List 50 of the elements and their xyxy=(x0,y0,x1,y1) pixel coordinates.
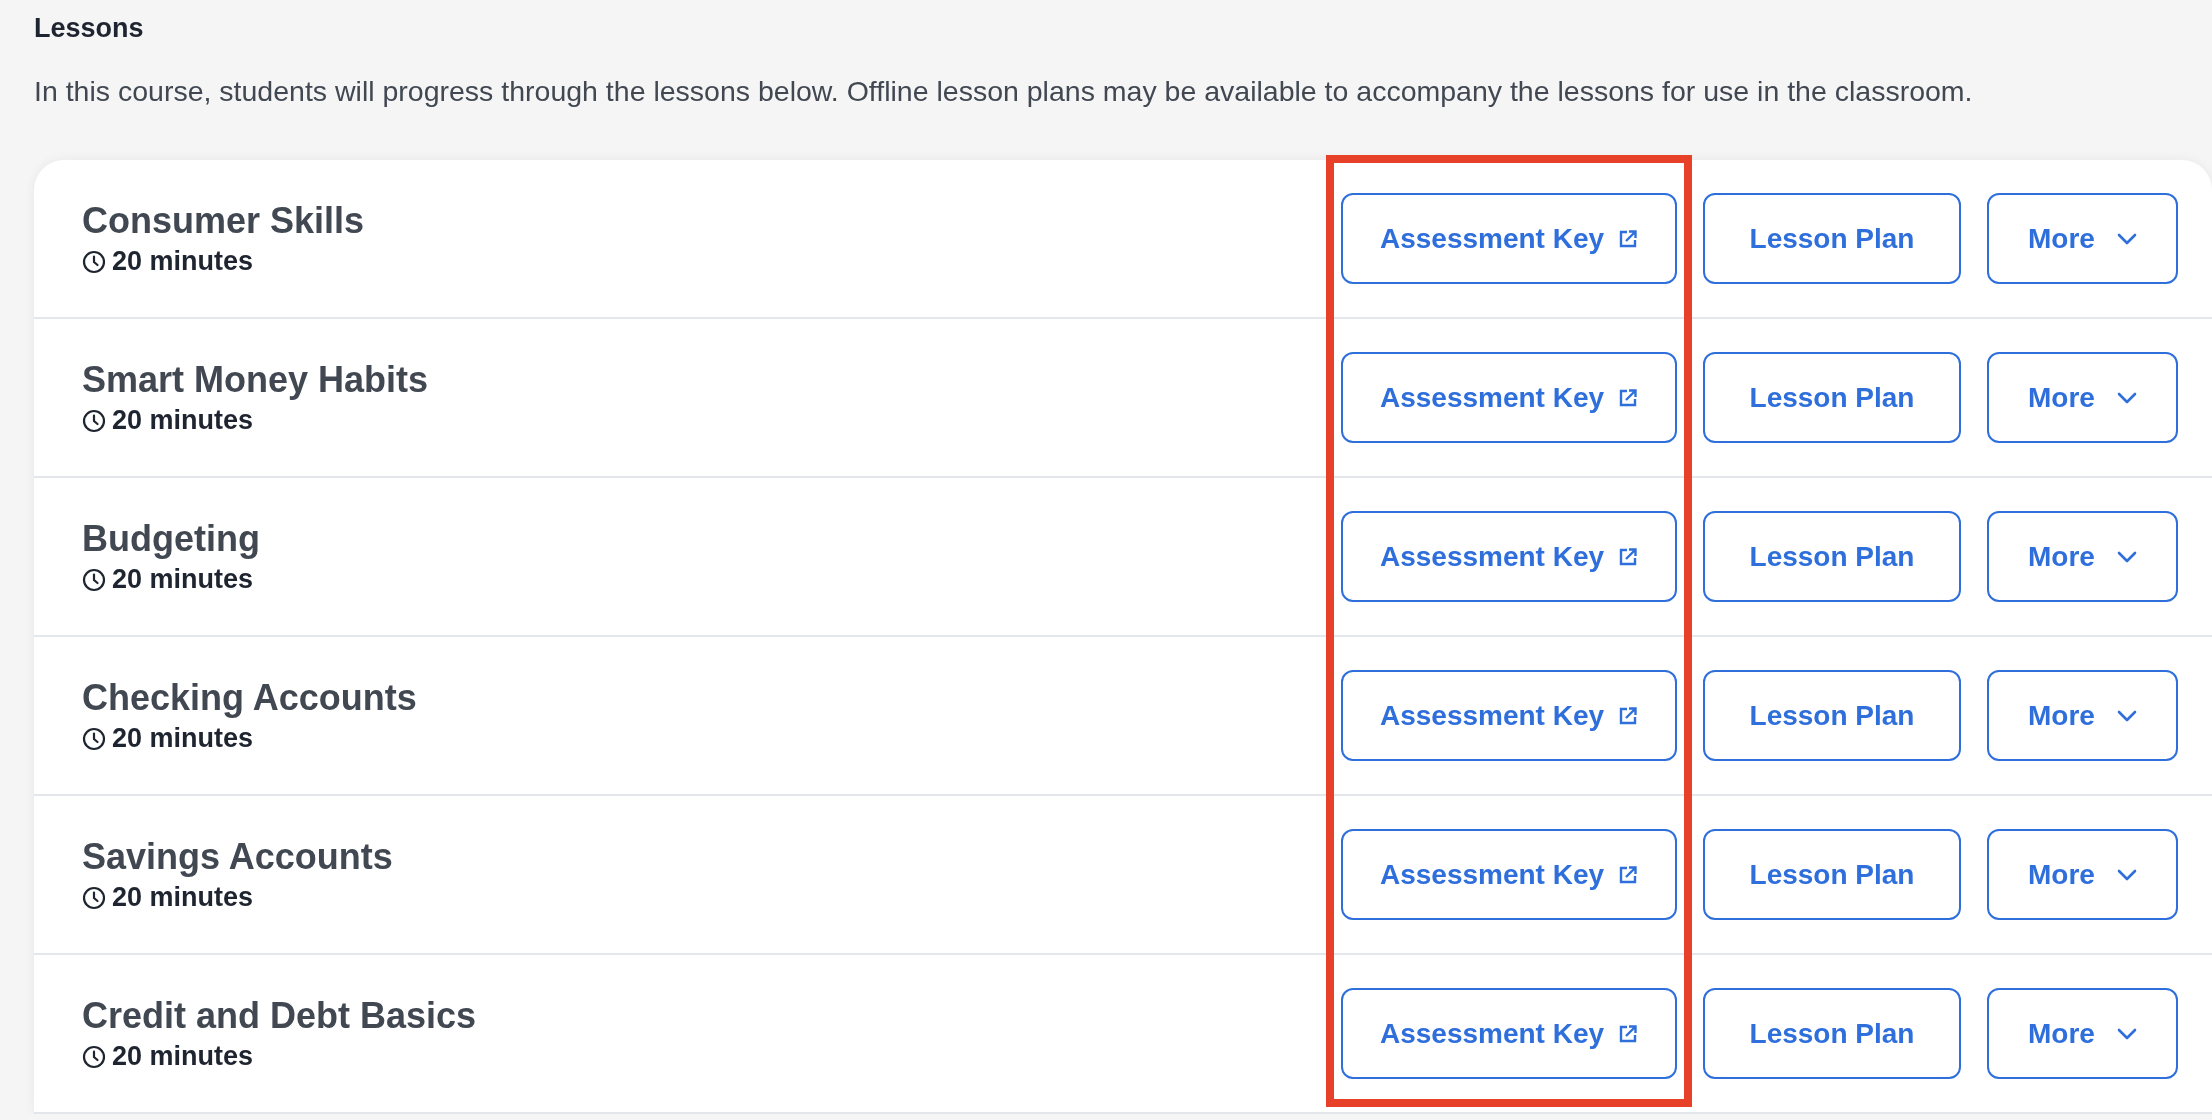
lesson-duration: 20 minutes xyxy=(112,405,254,436)
assessment-key-button[interactable]: Assessment Key xyxy=(1341,352,1677,443)
assessment-key-button[interactable]: Assessment Key xyxy=(1341,988,1677,1079)
chevron-down-icon xyxy=(2116,868,2137,881)
more-button[interactable]: More xyxy=(1987,352,2178,443)
lesson-plan-button[interactable]: Lesson Plan xyxy=(1703,829,1961,920)
clock-icon xyxy=(82,726,106,751)
external-link-icon xyxy=(1618,864,1639,885)
assessment-key-button[interactable]: Assessment Key xyxy=(1341,511,1677,602)
more-button[interactable]: More xyxy=(1987,511,2178,602)
clock-icon xyxy=(82,249,106,274)
lesson-title: Checking Accounts xyxy=(82,677,417,719)
assessment-key-button[interactable]: Assessment Key xyxy=(1341,193,1677,284)
lesson-plan-button[interactable]: Lesson Plan xyxy=(1703,352,1961,443)
external-link-icon xyxy=(1618,1023,1639,1044)
external-link-icon xyxy=(1618,705,1639,726)
chevron-down-icon xyxy=(2116,709,2137,722)
lesson-title: Credit and Debt Basics xyxy=(82,995,477,1037)
lesson-duration: 20 minutes xyxy=(112,882,254,913)
lesson-plan-button[interactable]: Lesson Plan xyxy=(1703,670,1961,761)
external-link-icon xyxy=(1618,228,1639,249)
lesson-plan-button[interactable]: Lesson Plan xyxy=(1703,193,1961,284)
section-description: In this course, students will progress through the lessons below. Offline lesson plans may be available to accompany the lessons for use in the classroom. xyxy=(34,74,1974,109)
assessment-key-button[interactable]: Assessment Key xyxy=(1341,829,1677,920)
lesson-title: Savings Accounts xyxy=(82,836,393,878)
lesson-title: Smart Money Habits xyxy=(82,359,429,401)
section-title: Lessons xyxy=(34,12,145,45)
clock-icon xyxy=(82,885,106,910)
lesson-duration: 20 minutes xyxy=(112,246,254,277)
lesson-plan-button[interactable]: Lesson Plan xyxy=(1703,511,1961,602)
assessment-key-button[interactable]: Assessment Key xyxy=(1341,670,1677,761)
lesson-title: Budgeting xyxy=(82,518,260,560)
chevron-down-icon xyxy=(2116,550,2137,563)
clock-icon xyxy=(82,567,106,592)
lesson-duration: 20 minutes xyxy=(112,1041,254,1072)
more-button[interactable]: More xyxy=(1987,670,2178,761)
external-link-icon xyxy=(1618,546,1639,567)
lesson-plan-button[interactable]: Lesson Plan xyxy=(1703,988,1961,1079)
clock-icon xyxy=(82,1044,106,1069)
more-button[interactable]: More xyxy=(1987,988,2178,1079)
lesson-duration: 20 minutes xyxy=(112,564,254,595)
external-link-icon xyxy=(1618,387,1639,408)
lesson-duration: 20 minutes xyxy=(112,723,254,754)
more-button[interactable]: More xyxy=(1987,829,2178,920)
lesson-title: Consumer Skills xyxy=(82,200,365,242)
chevron-down-icon xyxy=(2116,1027,2137,1040)
more-button[interactable]: More xyxy=(1987,193,2178,284)
chevron-down-icon xyxy=(2116,391,2137,404)
chevron-down-icon xyxy=(2116,232,2137,245)
clock-icon xyxy=(82,408,106,433)
